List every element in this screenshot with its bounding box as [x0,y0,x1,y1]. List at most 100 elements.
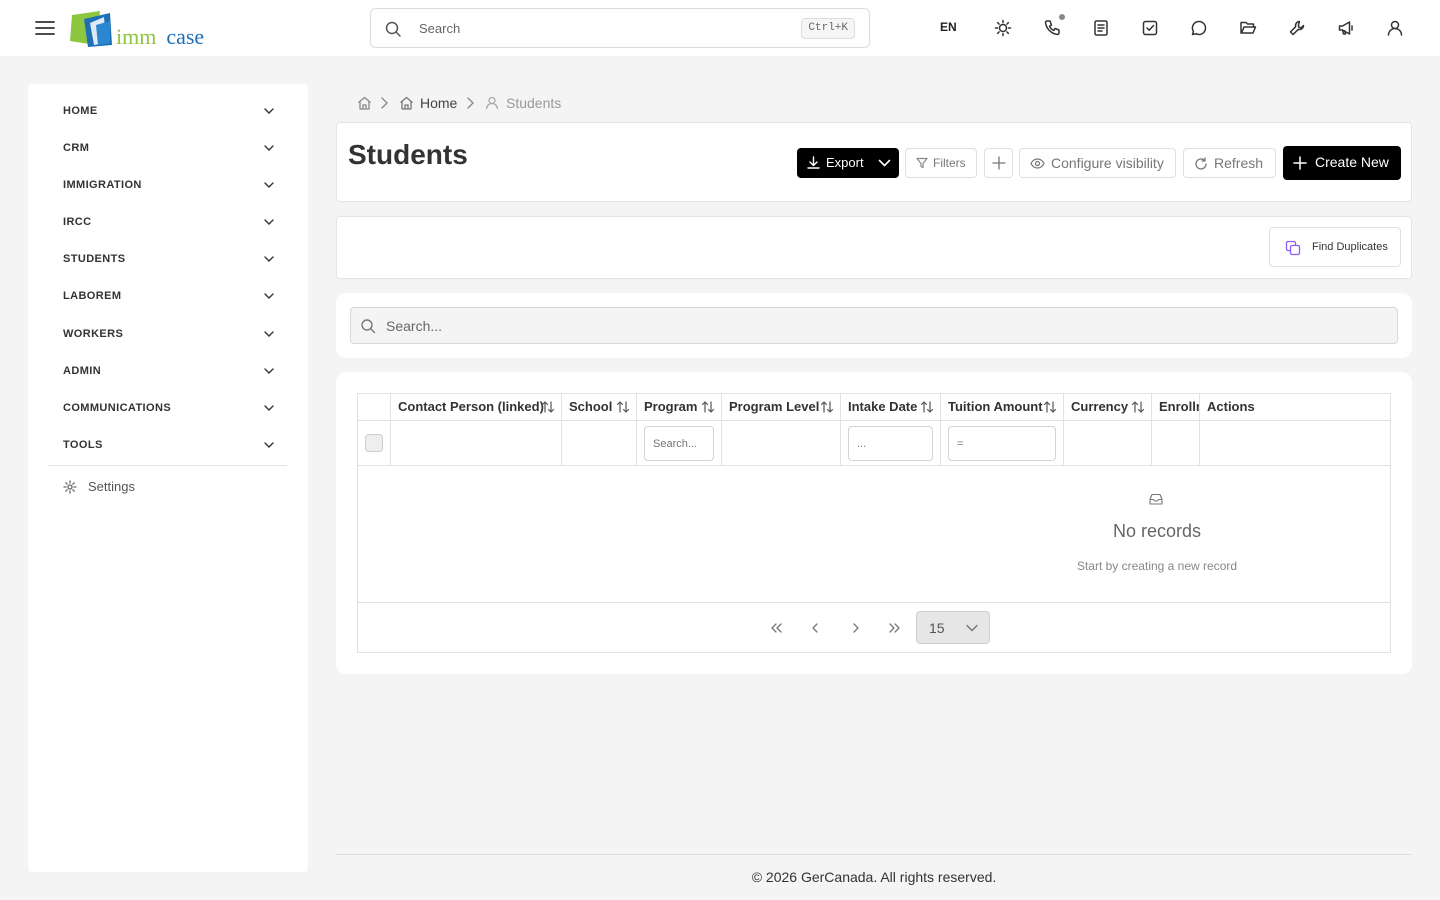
sidebar-item-crm[interactable]: CRM [63,138,275,158]
previous-page-icon[interactable] [807,620,823,636]
sidebar-item-home[interactable]: HOME [63,101,275,121]
chevron-down-icon [878,159,891,167]
chevron-down-icon [264,219,274,225]
sidebar: HOME CRM IMMIGRATION IRCC STUDENTS LABOR… [28,84,308,872]
export-button[interactable]: Export [797,148,869,178]
sort-icon[interactable] [701,400,715,414]
home-icon [399,96,414,118]
empty-state: No records Start by creating a new recor… [358,466,1390,602]
chat-icon[interactable] [1188,17,1210,39]
empty-state-title: No records [1112,521,1202,541]
column-contact-person[interactable]: Contact Person (linked) [391,394,562,420]
refresh-icon [1195,157,1207,170]
theme-sun-icon[interactable] [992,17,1014,39]
column-intake-date[interactable]: Intake Date [841,394,941,420]
export-dropdown-button[interactable] [869,148,899,178]
global-search[interactable]: Search Ctrl+K [370,8,870,48]
export-button-group: Export [797,148,899,178]
table-search [350,307,1398,344]
top-bar: imm case Search Ctrl+K EN [0,0,1440,56]
chevron-down-icon [264,256,274,262]
tools-icon[interactable] [1286,17,1308,39]
language-switcher[interactable]: EN [940,20,957,34]
user-icon[interactable] [1384,17,1406,39]
chevron-down-icon [264,108,274,114]
column-program-level[interactable]: Program Level [722,394,841,420]
column-school[interactable]: School [562,394,637,420]
column-label: School [569,399,613,414]
sort-icon[interactable] [1043,400,1057,414]
filter-cell [941,421,1064,466]
sidebar-item-workers[interactable]: WORKERS [63,324,275,344]
column-enrollment[interactable]: Enrollm [1152,394,1200,420]
sort-icon[interactable] [820,400,834,414]
breadcrumb-root-icon[interactable] [357,96,372,118]
page-size-select[interactable]: 15 [916,611,990,644]
empty-state-subtitle: Start by creating a new record [1076,559,1238,573]
sort-icon[interactable] [616,400,630,414]
sidebar-settings-label: Settings [88,479,135,494]
footer-copyright: © 2026 GerCanada. All rights reserved. [751,869,997,885]
first-page-icon[interactable] [768,620,784,636]
column-label: Intake Date [848,399,918,414]
menu-toggle-icon[interactable] [34,17,56,39]
program-filter-input[interactable] [644,426,714,461]
find-duplicates-button[interactable]: Find Duplicates [1269,227,1401,267]
sidebar-item-label: CRM [63,142,90,154]
table-search-input[interactable] [386,308,1386,343]
column-label: Actions [1207,399,1255,414]
configure-visibility-button[interactable]: Configure visibility [1019,148,1176,178]
sort-icon[interactable] [541,400,555,414]
sidebar-item-students[interactable]: STUDENTS [63,249,275,269]
sidebar-item-label: LABOREM [63,290,122,302]
global-search-placeholder: Search [419,21,461,36]
sort-icon[interactable] [920,400,934,414]
breadcrumb-home[interactable]: Home [420,92,457,114]
search-icon [385,21,401,37]
search-icon [361,319,376,334]
sidebar-item-tools[interactable]: TOOLS [63,435,275,455]
phone-notification-dot [1059,14,1065,20]
next-page-icon[interactable] [848,620,864,636]
chevron-down-icon [264,182,274,188]
sidebar-item-communications[interactable]: COMMUNICATIONS [63,398,275,418]
column-currency[interactable]: Currency [1064,394,1152,420]
chevron-down-icon [264,145,274,151]
logo[interactable]: imm case [70,11,220,49]
folder-icon[interactable] [1237,17,1259,39]
column-program[interactable]: Program [637,394,722,420]
megaphone-icon[interactable] [1335,17,1357,39]
sidebar-item-label: TOOLS [63,439,103,451]
page-title: Students [348,139,468,170]
phone-icon[interactable] [1041,17,1063,39]
sidebar-item-admin[interactable]: ADMIN [63,361,275,381]
filter-cell [637,421,722,466]
page-header: Students Export Filters Configure visibi… [336,122,1412,202]
filter-cell [562,421,637,466]
duplicates-toolbar: Find Duplicates [336,216,1412,279]
sidebar-item-immigration[interactable]: IMMIGRATION [63,175,275,195]
last-page-icon[interactable] [887,620,903,636]
column-actions: Actions [1200,394,1390,420]
filters-label: Filters [933,156,966,170]
chevron-down-icon [264,405,274,411]
select-all-checkbox[interactable] [365,434,383,452]
notes-icon[interactable] [1090,17,1112,39]
filter-cell [1064,421,1152,466]
column-label: Currency [1071,399,1129,414]
tasks-icon[interactable] [1139,17,1161,39]
filters-button[interactable]: Filters [905,148,977,178]
sidebar-item-ircc[interactable]: IRCC [63,212,275,232]
intake-date-filter-input[interactable] [848,426,933,461]
sidebar-item-laborem[interactable]: LABOREM [63,286,275,306]
create-new-label: Create New [1315,154,1389,170]
create-new-button[interactable]: Create New [1283,146,1401,180]
column-tuition-amount[interactable]: Tuition Amount [941,394,1064,420]
column-label: Contact Person (linked) [398,399,544,414]
refresh-button[interactable]: Refresh [1183,148,1276,178]
column-label: Tuition Amount [948,399,1043,414]
add-filter-button[interactable] [984,148,1013,178]
tuition-filter-input[interactable] [948,426,1056,461]
sort-icon[interactable] [1131,400,1145,414]
plus-icon [1293,156,1307,170]
